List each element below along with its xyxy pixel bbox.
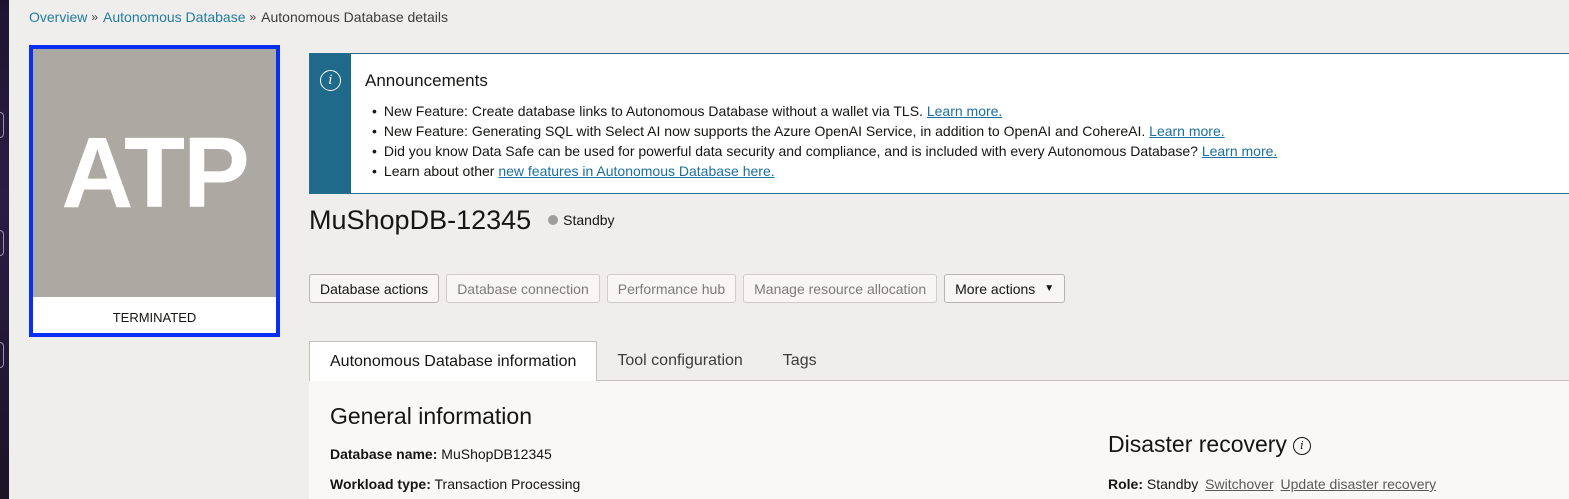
badge-text: ATP	[61, 116, 250, 229]
announcements-panel: i Announcements New Feature: Create data…	[309, 53, 1569, 194]
database-type-badge: ATP	[33, 49, 276, 297]
database-name-field: Database name: MuShopDB12345	[330, 446, 552, 462]
manage-resource-allocation-button[interactable]: Manage resource allocation	[743, 274, 938, 303]
breadcrumb-overview[interactable]: Overview	[29, 9, 87, 25]
database-header: MuShopDB-12345 Standby	[309, 205, 615, 236]
lifecycle-state: TERMINATED	[112, 309, 197, 325]
breadcrumb-separator: »	[91, 10, 99, 24]
status-dot-icon	[548, 214, 559, 225]
breadcrumb: Overview » Autonomous Database » Autonom…	[29, 9, 448, 25]
database-actions-button[interactable]: Database actions	[309, 274, 440, 303]
announcement-item: New Feature: Create database links to Au…	[365, 101, 1277, 121]
breadcrumb-separator: »	[249, 10, 257, 24]
caret-down-icon: ▼	[1044, 283, 1055, 294]
database-status-tile: ATP TERMINATED	[29, 45, 280, 337]
edge-nub	[0, 342, 4, 368]
database-connection-button[interactable]: Database connection	[446, 274, 600, 303]
edge-nub	[0, 230, 4, 256]
learn-more-link[interactable]: Learn more.	[1149, 123, 1224, 139]
breadcrumb-autonomous-database[interactable]: Autonomous Database	[103, 9, 245, 25]
performance-hub-button[interactable]: Performance hub	[606, 274, 737, 303]
tab-tool-configuration[interactable]: Tool configuration	[597, 341, 762, 381]
workload-type-field: Workload type: Transaction Processing	[330, 476, 581, 492]
general-information-title: General information	[330, 403, 532, 429]
switchover-link[interactable]: Switchover	[1205, 476, 1273, 492]
info-icon[interactable]: i	[1292, 436, 1311, 455]
learn-more-link[interactable]: Learn more.	[927, 103, 1002, 119]
learn-more-link[interactable]: Learn more.	[1202, 143, 1277, 159]
action-toolbar: Database actions Database connection Per…	[309, 274, 1072, 303]
announcement-item: Learn about other new features in Autono…	[365, 161, 1277, 181]
update-disaster-recovery-link[interactable]: Update disaster recovery	[1281, 476, 1437, 492]
more-actions-label: More actions	[955, 280, 1036, 297]
edge-nub	[0, 112, 4, 138]
status-text: Standby	[563, 211, 615, 228]
announcements-title: Announcements	[365, 71, 488, 90]
announcements-bar: i	[310, 54, 351, 193]
info-icon: i	[320, 70, 341, 91]
disaster-recovery-title: Disaster recovery i	[1108, 431, 1311, 458]
tab-tags[interactable]: Tags	[763, 341, 837, 381]
announcement-item: New Feature: Generating SQL with Select …	[365, 121, 1277, 141]
tab-bar: Autonomous Database information Tool con…	[309, 341, 837, 381]
new-features-link[interactable]: new features in Autonomous Database here…	[498, 163, 774, 179]
page-title: MuShopDB-12345	[309, 205, 532, 235]
announcement-item: Did you know Data Safe can be used for p…	[365, 141, 1277, 161]
breadcrumb-current: Autonomous Database details	[261, 9, 448, 25]
announcements-list: New Feature: Create database links to Au…	[365, 101, 1277, 181]
more-actions-button[interactable]: More actions ▼	[944, 274, 1066, 303]
tab-autonomous-database-information[interactable]: Autonomous Database information	[309, 341, 598, 381]
role-field: Role: Standby Switchover Update disaster…	[1108, 476, 1437, 492]
status-badge: Standby	[548, 211, 615, 228]
desktop-edge-strip	[0, 0, 9, 499]
